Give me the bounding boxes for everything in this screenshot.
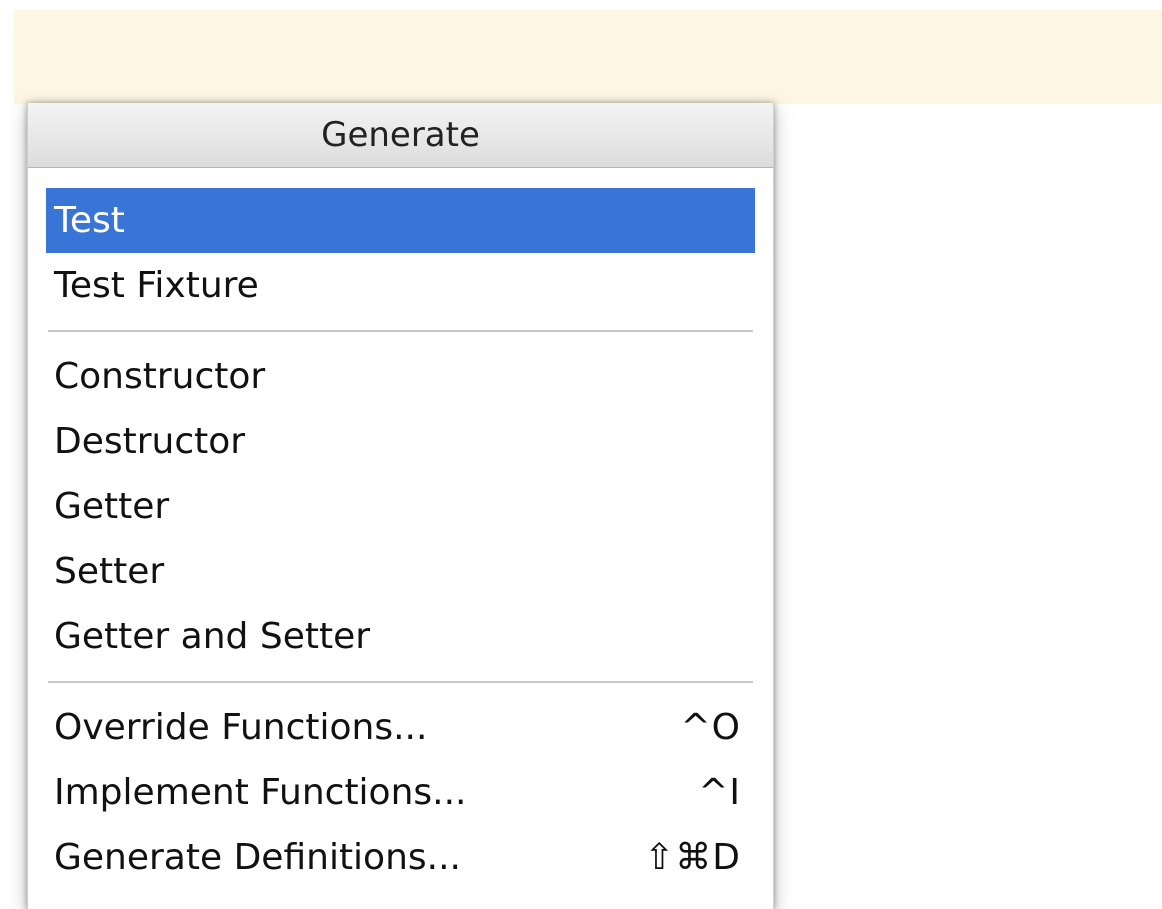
menu-item-shortcut: ^O [680,707,741,748]
menu-item-test-fixture[interactable]: Test Fixture [46,253,755,318]
menu-item-label: Test Fixture [54,265,259,306]
menu-item-constructor[interactable]: Constructor [46,344,755,409]
menu-item-override-functions[interactable]: Override Functions... ^O [46,695,755,760]
menu-item-shortcut: ⇧⌘D [644,837,741,878]
menu-item-label: Getter [54,486,170,527]
menu-item-label: Override Functions... [54,707,428,748]
menu-item-getter[interactable]: Getter [46,474,755,539]
menu-item-implement-functions[interactable]: Implement Functions... ^I [46,760,755,825]
editor-background [14,10,1162,104]
generate-popup-menu: Generate Test Test Fixture Constructor D… [27,103,774,909]
menu-item-label: Generate Definitions... [54,837,461,878]
menu-item-label: Implement Functions... [54,772,467,813]
menu-item-test[interactable]: Test [46,188,755,253]
menu-separator [48,681,753,683]
menu-item-label: Destructor [54,421,246,462]
menu-item-setter[interactable]: Setter [46,539,755,604]
popup-title: Generate [28,103,773,168]
menu-item-label: Setter [54,551,165,592]
menu-item-label: Test [54,200,125,241]
menu-item-generate-definitions[interactable]: Generate Definitions... ⇧⌘D [46,825,755,890]
menu-item-destructor[interactable]: Destructor [46,409,755,474]
menu-separator [48,330,753,332]
generate-menu-list: Test Test Fixture Constructor Destructor… [28,168,773,890]
menu-item-shortcut: ^I [698,772,741,813]
menu-item-getter-and-setter[interactable]: Getter and Setter [46,604,755,669]
menu-item-label: Getter and Setter [54,616,371,657]
menu-item-label: Constructor [54,356,266,397]
